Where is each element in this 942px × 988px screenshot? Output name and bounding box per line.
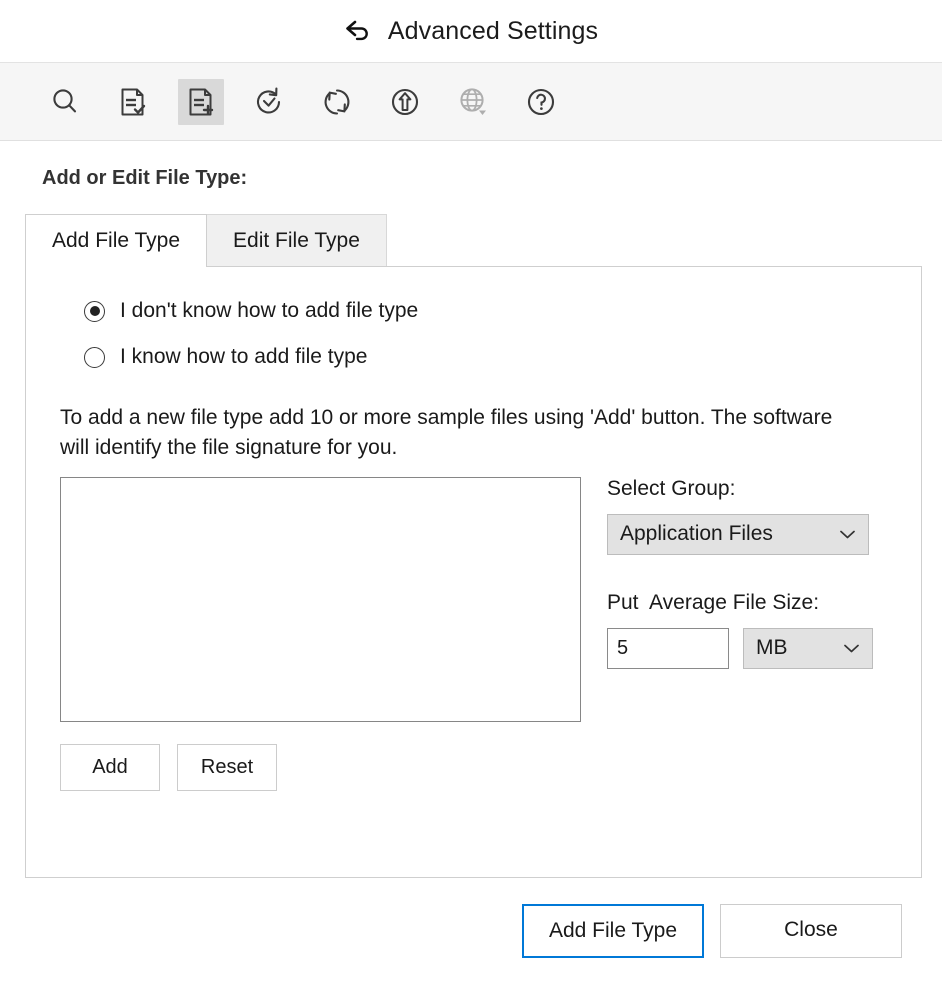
help-question-icon[interactable] (518, 79, 564, 125)
instructions-text: To add a new file type add 10 or more sa… (60, 406, 833, 459)
back-arrow-icon[interactable] (344, 18, 374, 44)
radio-dont-know-row[interactable]: I don't know how to add file type (84, 299, 887, 323)
upload-circle-icon[interactable] (382, 79, 428, 125)
chevron-down-icon (840, 530, 855, 539)
globe-dropdown-icon[interactable] (450, 79, 496, 125)
chevron-down-icon (844, 644, 859, 653)
select-group-label: Select Group: (607, 476, 736, 500)
select-group-value: Application Files (620, 522, 773, 546)
radio-know-row[interactable]: I know how to add file type (84, 345, 887, 369)
file-list-buttons: Add Reset (60, 743, 581, 791)
window-title: Advanced Settings (387, 16, 599, 45)
add-file-type-button[interactable]: Add File Type (522, 904, 704, 959)
radio-know-button[interactable] (84, 346, 105, 368)
radio-dont-know-button[interactable] (84, 300, 105, 322)
average-file-size-label: Put Average File Size: (607, 590, 820, 614)
add-button[interactable]: Add (60, 743, 160, 791)
tab-bar: Add File Type Edit File Type (25, 214, 922, 268)
radio-know-label: I know how to add file type (120, 345, 368, 369)
search-icon[interactable] (42, 79, 88, 125)
file-list-column: Add Reset (60, 476, 581, 791)
footer-buttons: Add File Type Close (20, 904, 902, 959)
toolbar (0, 63, 942, 141)
content-area: Add or Edit File Type: Add File Type Edi… (0, 167, 942, 959)
tab-edit-file-type[interactable]: Edit File Type (206, 214, 387, 267)
tab-panel-add-file-type: I don't know how to add file type I know… (25, 266, 922, 879)
tab-add-file-type[interactable]: Add File Type (25, 214, 208, 268)
average-file-size-input[interactable]: 5 (607, 627, 729, 669)
body-columns: Add Reset Select Group: Application File… (60, 476, 887, 791)
select-group-dropdown[interactable]: Application Files (607, 513, 869, 555)
refresh-icon[interactable] (314, 79, 360, 125)
title-group: Advanced Settings (344, 17, 598, 46)
page-title: Add or Edit File Type: (42, 167, 248, 189)
document-add-icon[interactable] (178, 78, 224, 125)
file-size-unit-dropdown[interactable]: MB (743, 627, 873, 669)
options-column: Select Group: Application Files Put Aver… (607, 477, 873, 669)
sample-files-list[interactable] (60, 476, 581, 722)
average-file-size-row: 5 MB (607, 627, 873, 669)
file-size-unit-value: MB (756, 636, 788, 660)
document-check-icon[interactable] (110, 79, 156, 125)
radio-dont-know-label: I don't know how to add file type (120, 299, 419, 323)
reset-button[interactable]: Reset (177, 743, 277, 791)
title-bar: Advanced Settings (0, 0, 942, 63)
clock-history-icon[interactable] (246, 79, 292, 125)
close-button[interactable]: Close (720, 904, 902, 959)
